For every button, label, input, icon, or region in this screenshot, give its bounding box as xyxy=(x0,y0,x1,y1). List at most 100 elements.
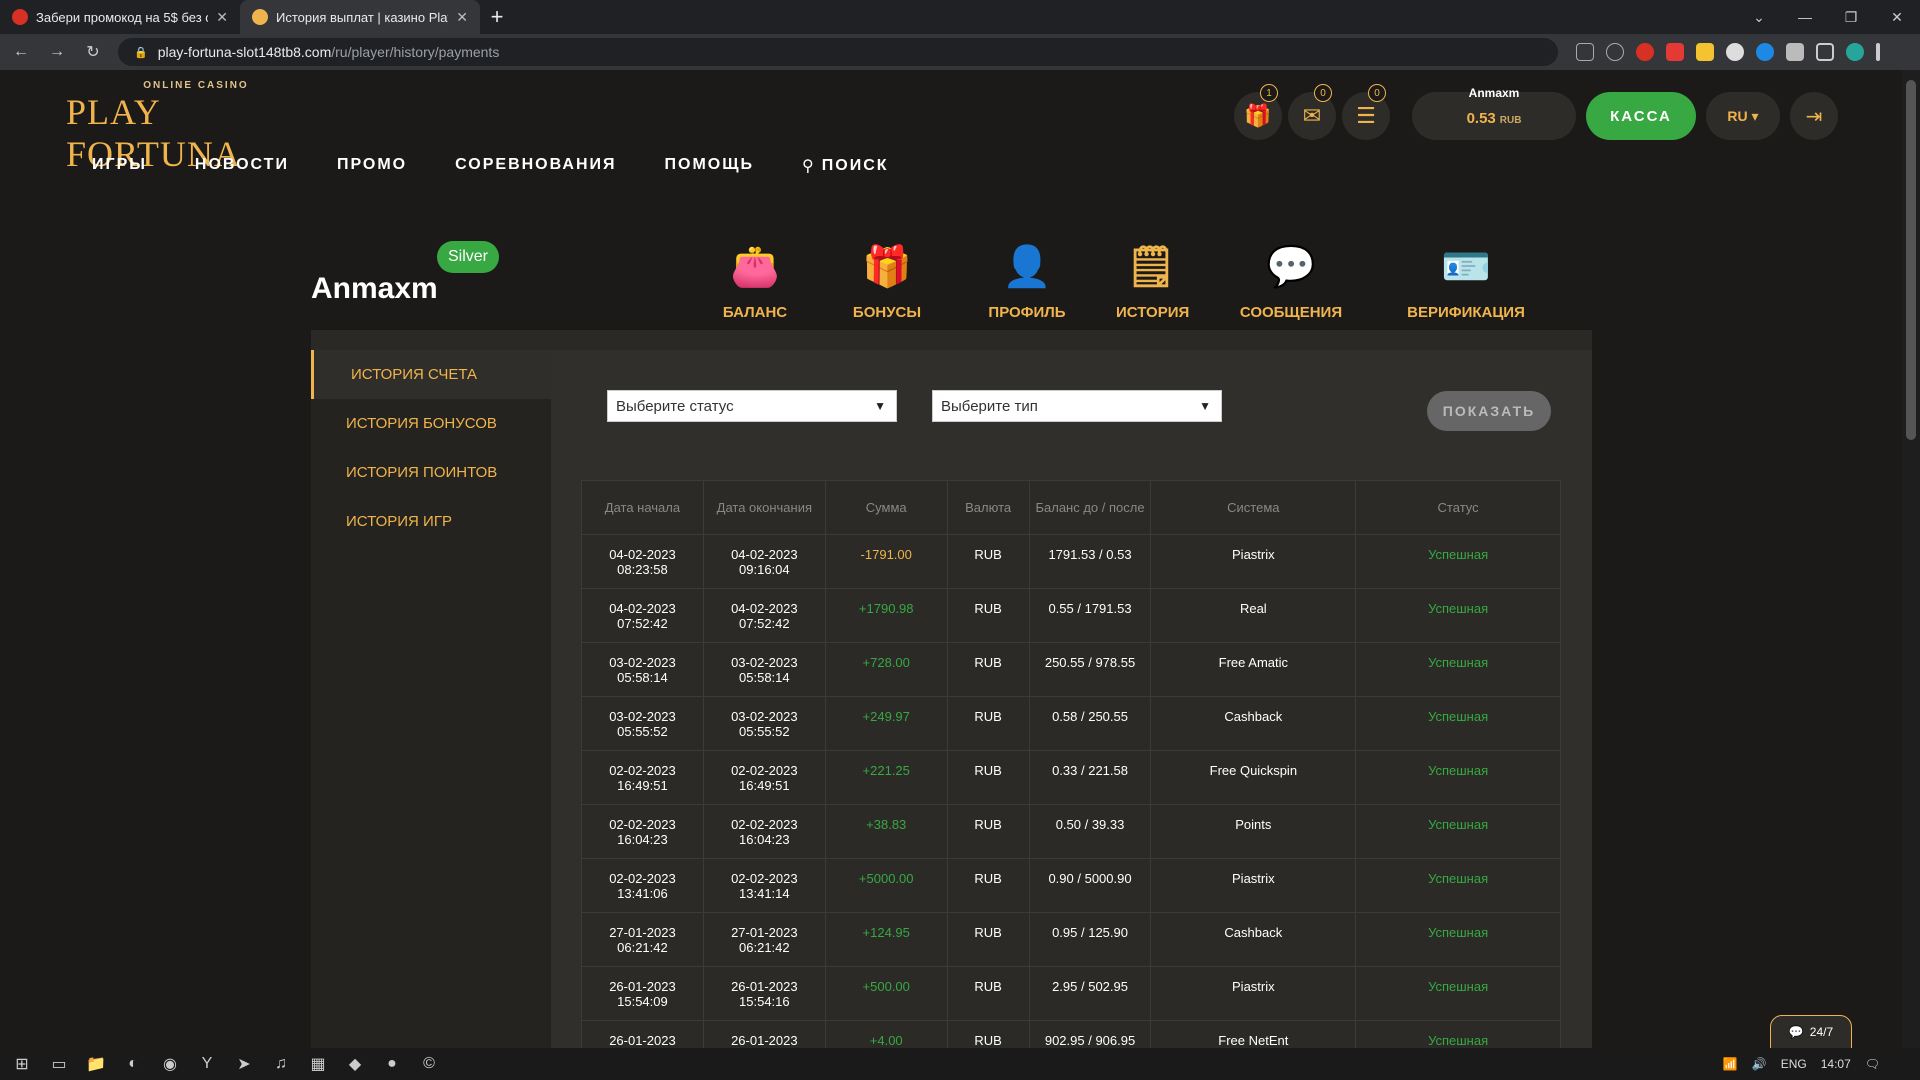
col-start-date: Дата начала xyxy=(581,480,704,535)
network-icon[interactable]: 📶 xyxy=(1723,1057,1738,1071)
bookmark-star-icon[interactable] xyxy=(1606,43,1624,61)
gift-count-badge: 1 xyxy=(1260,84,1278,102)
type-select[interactable]: Выберите тип ▼ xyxy=(932,390,1222,422)
nav-search[interactable]: ⚲ ПОИСК xyxy=(802,156,888,176)
task-view-icon[interactable]: ▭ xyxy=(44,1049,74,1079)
balance-amount: 0.53 RUB xyxy=(1466,110,1522,127)
tab-profile[interactable]: 👤 ПРОФИЛЬ xyxy=(972,238,1082,322)
extension-youtube-icon[interactable] xyxy=(1666,43,1684,61)
lock-icon[interactable]: 🔒 xyxy=(134,46,148,59)
app-icon[interactable]: © xyxy=(414,1049,444,1079)
extension-flag-icon[interactable] xyxy=(1696,43,1714,61)
profile-avatar[interactable] xyxy=(1846,43,1864,61)
browser-tab-history[interactable]: История выплат | казино Playfo ✕ xyxy=(240,0,480,34)
windows-start-icon[interactable]: ⊞ xyxy=(7,1049,37,1079)
nav-tournaments[interactable]: СОРЕВНОВАНИЯ xyxy=(455,156,616,176)
input-language[interactable]: ENG xyxy=(1781,1057,1807,1071)
tab-close-icon[interactable]: ✕ xyxy=(216,9,228,26)
language-selector[interactable]: RU ▾ xyxy=(1706,92,1780,140)
cell-currency: RUB xyxy=(946,750,1030,805)
scrollbar-thumb[interactable] xyxy=(1906,80,1916,440)
cashier-button[interactable]: КАССА xyxy=(1586,92,1696,140)
sidebar-item-bonus-history[interactable]: ИСТОРИЯ БОНУСОВ xyxy=(311,399,551,448)
cell-amount: +728.00 xyxy=(824,642,948,697)
share-icon[interactable] xyxy=(1576,43,1594,61)
logout-button[interactable]: ⇥ xyxy=(1790,92,1838,140)
minimize-button[interactable]: — xyxy=(1782,0,1828,34)
notifications-icon[interactable]: 🗨 xyxy=(1865,1057,1880,1071)
cell-amount: +38.83 xyxy=(824,804,948,859)
url-path: /ru/player/history/payments xyxy=(331,44,500,60)
status-select[interactable]: Выберите статус ▼ xyxy=(607,390,897,422)
tab-title: История выплат | казино Playfo xyxy=(276,9,449,25)
calculator-icon[interactable]: ▦ xyxy=(303,1049,333,1079)
table-row: 03-02-2023 05:55:52 03-02-2023 05:55:52 +2… xyxy=(581,696,1561,751)
spotify-icon[interactable]: ♫ xyxy=(266,1049,296,1079)
cell-balance: 902.95 / 906.95 xyxy=(1028,1020,1152,1048)
cell-balance: 0.95 / 125.90 xyxy=(1028,912,1152,967)
new-tab-button[interactable]: + xyxy=(480,0,514,34)
tab-messages[interactable]: 💬 СООБЩЕНИЯ xyxy=(1236,238,1346,322)
tab-bonuses[interactable]: 🎁 БОНУСЫ xyxy=(832,238,942,322)
system-tray: 📶 🔊 ENG 14:07 🗨 xyxy=(1723,1048,1880,1080)
extensions-puzzle-icon[interactable] xyxy=(1786,43,1804,61)
col-balance: Баланс до / после xyxy=(1028,480,1152,535)
gift-icon: 🎁 xyxy=(1244,103,1272,128)
restore-button[interactable]: ❐ xyxy=(1828,0,1874,34)
tab-history[interactable]: 🗒 ИСТОРИЯ xyxy=(1116,238,1189,333)
nav-news[interactable]: НОВОСТИ xyxy=(195,156,289,176)
cell-amount: +1790.98 xyxy=(824,588,948,643)
volume-icon[interactable]: 🔊 xyxy=(1752,1057,1767,1071)
cell-currency: RUB xyxy=(946,534,1030,589)
tab-close-icon[interactable]: ✕ xyxy=(456,9,468,26)
sidebar-item-points-history[interactable]: ИСТОРИЯ ПОИНТОВ xyxy=(311,448,551,497)
browser-tab-promo[interactable]: Забери промокод на 5$ без огр ✕ xyxy=(0,0,240,34)
clock[interactable]: 14:07 xyxy=(1821,1057,1851,1071)
tab-balance[interactable]: 👛 БАЛАНС xyxy=(700,238,810,322)
cell-status: Успешная xyxy=(1355,642,1561,697)
sidebar-item-games-history[interactable]: ИСТОРИЯ ИГР xyxy=(311,497,551,546)
cell-currency: RUB xyxy=(946,588,1030,643)
balance-widget[interactable]: Anmaxm 0.53 RUB xyxy=(1412,86,1576,140)
extension-circle-icon[interactable] xyxy=(1726,43,1744,61)
nav-promo[interactable]: ПРОМО xyxy=(337,156,407,176)
browser-menu-icon[interactable] xyxy=(1876,43,1880,61)
url-host: play-fortuna-slot148tb8.com xyxy=(157,44,332,60)
app-icon[interactable]: ● xyxy=(377,1049,407,1079)
yandex-icon[interactable]: Y xyxy=(192,1049,222,1079)
cell-start-date: 04-02-2023 08:23:58 xyxy=(581,534,704,589)
show-button[interactable]: ПОКАЗАТЬ xyxy=(1427,391,1551,431)
gift-button[interactable]: 🎁 1 xyxy=(1234,84,1282,140)
tasks-button[interactable]: ☰ 0 xyxy=(1342,84,1390,140)
back-icon[interactable]: ← xyxy=(6,43,36,61)
telegram-icon[interactable]: ➤ xyxy=(229,1049,259,1079)
chrome-icon[interactable]: ◉ xyxy=(155,1049,185,1079)
extension-blue-icon[interactable] xyxy=(1756,43,1774,61)
browser-tab-strip: Забери промокод на 5$ без огр ✕ История … xyxy=(0,0,1920,34)
tab-search-icon[interactable]: ⌄ xyxy=(1736,0,1782,34)
nav-help[interactable]: ПОМОЩЬ xyxy=(665,156,755,176)
extension-red-icon[interactable] xyxy=(1636,43,1654,61)
table-row: 02-02-2023 16:04:23 02-02-2023 16:04:23 +3… xyxy=(581,804,1561,859)
nav-games[interactable]: ИГРЫ xyxy=(92,156,147,176)
close-window-button[interactable]: ✕ xyxy=(1874,0,1920,34)
edge-icon[interactable]: ◐ xyxy=(118,1049,148,1079)
page-scrollbar[interactable] xyxy=(1902,70,1920,1048)
table-header-row: Дата начала Дата окончания Сумма Валюта … xyxy=(581,480,1561,535)
tab-verification[interactable]: 🪪 ВЕРИФИКАЦИЯ xyxy=(1401,238,1531,322)
cell-status: Успешная xyxy=(1355,534,1561,589)
side-panel-icon[interactable] xyxy=(1816,43,1834,61)
address-bar[interactable]: 🔒 play-fortuna-slot148tb8.com/ru/player/… xyxy=(118,38,1558,66)
cell-system: Cashback xyxy=(1150,912,1357,967)
file-explorer-icon[interactable]: 📁 xyxy=(81,1049,111,1079)
tab-favicon-icon xyxy=(12,9,28,25)
app-icon[interactable]: ◆ xyxy=(340,1049,370,1079)
cell-start-date: 03-02-2023 05:58:14 xyxy=(581,642,704,697)
sidebar-item-account-history[interactable]: ИСТОРИЯ СЧЕТА xyxy=(311,350,551,399)
forward-icon[interactable]: → xyxy=(42,43,72,61)
reload-icon[interactable]: ↻ xyxy=(78,42,108,62)
mail-button[interactable]: ✉ 0 xyxy=(1288,84,1336,140)
support-chat-button[interactable]: 💬 24/7 xyxy=(1770,1015,1852,1048)
cell-balance: 0.58 / 250.55 xyxy=(1028,696,1152,751)
col-status: Статус xyxy=(1355,480,1561,535)
